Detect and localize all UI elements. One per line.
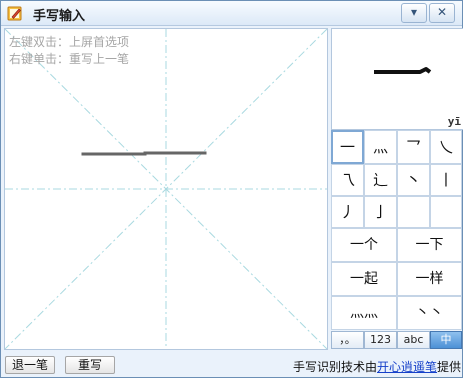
- credit-text: 手写识别技术由开心逍遥笔提供: [293, 358, 461, 375]
- close-button[interactable]: ✕: [429, 3, 455, 23]
- tab-chinese[interactable]: 中: [430, 331, 462, 349]
- candidate-6[interactable]: 辶: [364, 164, 397, 196]
- minimize-button[interactable]: ▾: [401, 3, 427, 23]
- writing-canvas[interactable]: 左键双击：上屏首选项 右键单击：重写上一笔: [4, 28, 328, 350]
- guide-lines: [5, 29, 327, 349]
- ink-stroke: [81, 151, 207, 156]
- preview-glyph: [374, 67, 432, 74]
- word-candidate-5[interactable]: 灬灬: [331, 296, 397, 330]
- candidate-2[interactable]: 灬: [364, 130, 397, 164]
- title-bar[interactable]: 手写输入 ▾ ✕: [1, 1, 462, 26]
- credit-suffix: 提供: [437, 360, 462, 374]
- candidate-empty-2: [430, 196, 462, 228]
- word-candidate-2[interactable]: 一下: [397, 228, 462, 262]
- word-candidate-3[interactable]: 一起: [331, 262, 397, 296]
- undo-stroke-button[interactable]: 退一笔: [5, 356, 55, 374]
- preview-character: [332, 29, 463, 115]
- word-candidate-6[interactable]: 丶丶: [397, 296, 462, 330]
- candidate-4[interactable]: 乀: [430, 130, 462, 164]
- candidate-7[interactable]: 丶: [397, 164, 430, 196]
- hint-double-click: 左键双击：上屏首选项: [9, 35, 130, 49]
- candidate-1[interactable]: 一: [331, 130, 364, 164]
- credit-link[interactable]: 开心逍遥笔: [377, 360, 437, 374]
- word-candidate-1[interactable]: 一个: [331, 228, 397, 262]
- tab-letters[interactable]: abc: [397, 331, 430, 349]
- candidate-8[interactable]: 丨: [430, 164, 462, 196]
- tab-punctuation[interactable]: ，。: [331, 331, 364, 349]
- handwriting-window: 手写输入 ▾ ✕ 左键双击：上屏首选项 右键单击：重写上一笔 一 yī 一 灬 …: [0, 0, 463, 378]
- credit-prefix: 手写识别技术由: [293, 360, 378, 374]
- window-title: 手写输入: [33, 9, 86, 24]
- pinyin-label: yī: [447, 115, 461, 128]
- candidate-5[interactable]: 乁: [331, 164, 364, 196]
- hint-right-click: 右键单击：重写上一笔: [9, 52, 130, 66]
- candidate-10[interactable]: 亅: [364, 196, 397, 228]
- candidate-3[interactable]: 乛: [397, 130, 430, 164]
- bottom-bar: 退一笔 重写 手写识别技术由开心逍遥笔提供: [1, 351, 462, 377]
- rewrite-button[interactable]: 重写: [65, 356, 115, 374]
- word-candidate-4[interactable]: 一样: [397, 262, 462, 296]
- input-mode-tabs: ，。 123 abc 中: [331, 331, 462, 349]
- candidate-9[interactable]: 丿: [331, 196, 364, 228]
- tab-numbers[interactable]: 123: [364, 331, 397, 349]
- recognized-preview: 一 yī: [331, 28, 463, 130]
- candidate-empty-1: [397, 196, 430, 228]
- pencil-notepad-icon: [7, 6, 22, 21]
